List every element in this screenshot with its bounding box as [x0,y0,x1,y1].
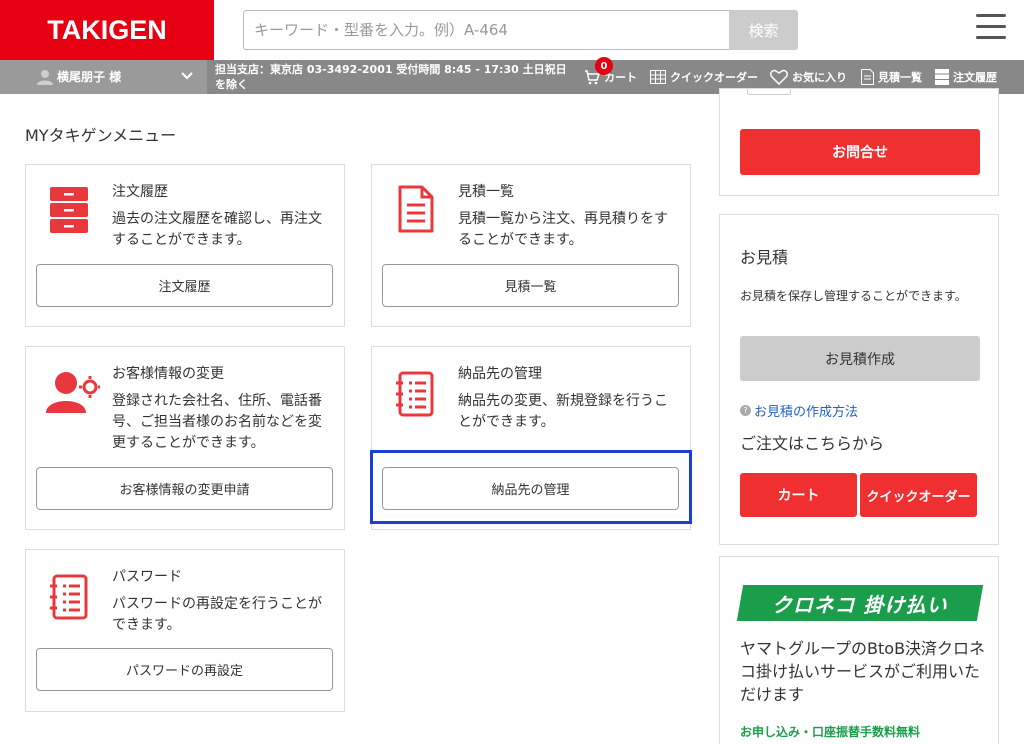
kuroneko-box: クロネコ 掛け払い ヤマトグループのBtoB決済クロネコ掛け払いサービスがご利用… [719,556,999,744]
card-quotes: 見積一覧 見積一覧から注文、再見積りをすることができます。 見積一覧 [371,164,691,327]
user-name: 横尾朋子 様 [57,70,122,84]
grid-icon [650,70,666,84]
document-icon [861,69,874,85]
quote-order-box: お見積 お見積を保存し管理することができます。 お見積作成 ? お見積の作成方法… [719,214,999,545]
password-reset-button[interactable]: パスワードの再設定 [36,648,333,691]
quotes-button[interactable]: 見積一覧 [382,264,679,307]
card-title: 見積一覧 [458,184,514,200]
heart-icon [770,69,788,85]
document-icon [398,185,434,233]
hamburger-menu-icon[interactable] [976,14,1006,40]
inquiry-button[interactable]: お問合せ [740,129,980,175]
card-order-history: 注文履歴 過去の注文履歴を確認し、再注文することができます。 注文履歴 [25,164,345,327]
site-header: TAKIGEN 検索 [0,0,1024,60]
card-title: お客様情報の変更 [112,366,224,382]
quote-description: お見積を保存し管理することができます。 [740,289,967,303]
kuroneko-description: ヤマトグループのBtoB決済クロネコ掛け払いサービスがご利用いただけます [740,639,986,704]
cart-count-badge: 0 [595,57,613,75]
customer-info-change-button[interactable]: お客様情報の変更申請 [36,467,333,510]
kuroneko-logo[interactable]: クロネコ 掛け払い [736,585,984,621]
section-title: MYタキゲンメニュー [25,126,177,145]
order-title: ご注文はこちらから [740,434,885,453]
branch-info: 担当支店：東京店 03-3492-2001 受付時間 8:45 - 17:30 … [215,63,567,91]
kuroneko-logo-text: クロネコ 掛け払い [772,592,948,617]
nav-quick-order-label: クイックオーダー [670,71,758,84]
card-description: 過去の注文履歴を確認し、再注文することができます。 [112,211,322,248]
nav-quotes-label: 見積一覧 [878,71,922,84]
card-title: 納品先の管理 [458,366,542,382]
kuroneko-note: お申し込み・口座振替手数料無料 [740,725,921,739]
search-button[interactable]: 検索 [729,10,798,50]
cabinet-icon [50,187,88,233]
quote-title: お見積 [740,248,789,267]
search-input[interactable] [243,10,729,50]
order-history-button[interactable]: 注文履歴 [36,264,333,307]
card-description: 見積一覧から注文、再見積りをすることができます。 [458,211,668,248]
card-description: 納品先の変更、新規登録を行うことができます。 [458,393,668,430]
quote-create-button[interactable]: お見積作成 [740,336,980,381]
cabinet-icon [935,69,949,85]
nav-favorites-label: お気に入り [792,71,847,84]
user-settings-icon [46,372,100,413]
chevron-down-icon [181,72,193,80]
cart-button[interactable]: カート [740,473,857,517]
help-icon: ? [740,405,751,416]
card-description: 登録された会社名、住所、電話番号、ご担当者様のお名前などを変更することができます… [112,393,322,451]
address-book-icon [396,371,434,417]
card-title: 注文履歴 [112,184,168,200]
quote-howto-link[interactable]: ? お見積の作成方法 [740,401,858,420]
card-password: パスワード パスワードの再設定を行うことができます。 パスワードの再設定 [25,549,345,712]
highlight-box [370,450,692,524]
quick-order-button[interactable]: クイックオーダー [860,473,977,517]
user-icon [37,70,53,85]
partial-button [747,89,791,95]
card-description: パスワードの再設定を行うことができます。 [112,596,322,633]
card-title: パスワード [112,569,182,585]
card-customer-info: お客様情報の変更 登録された会社名、住所、電話番号、ご担当者様のお名前などを変更… [25,346,345,530]
nav-order-history-label: 注文履歴 [953,71,997,84]
quote-howto-link-label: お見積の作成方法 [754,405,859,420]
inquiry-box: お問合せ [719,88,999,196]
takigen-logo[interactable]: TAKIGEN [0,0,214,60]
user-menu[interactable]: 横尾朋子 様 [0,60,207,94]
list-book-icon [50,574,88,620]
